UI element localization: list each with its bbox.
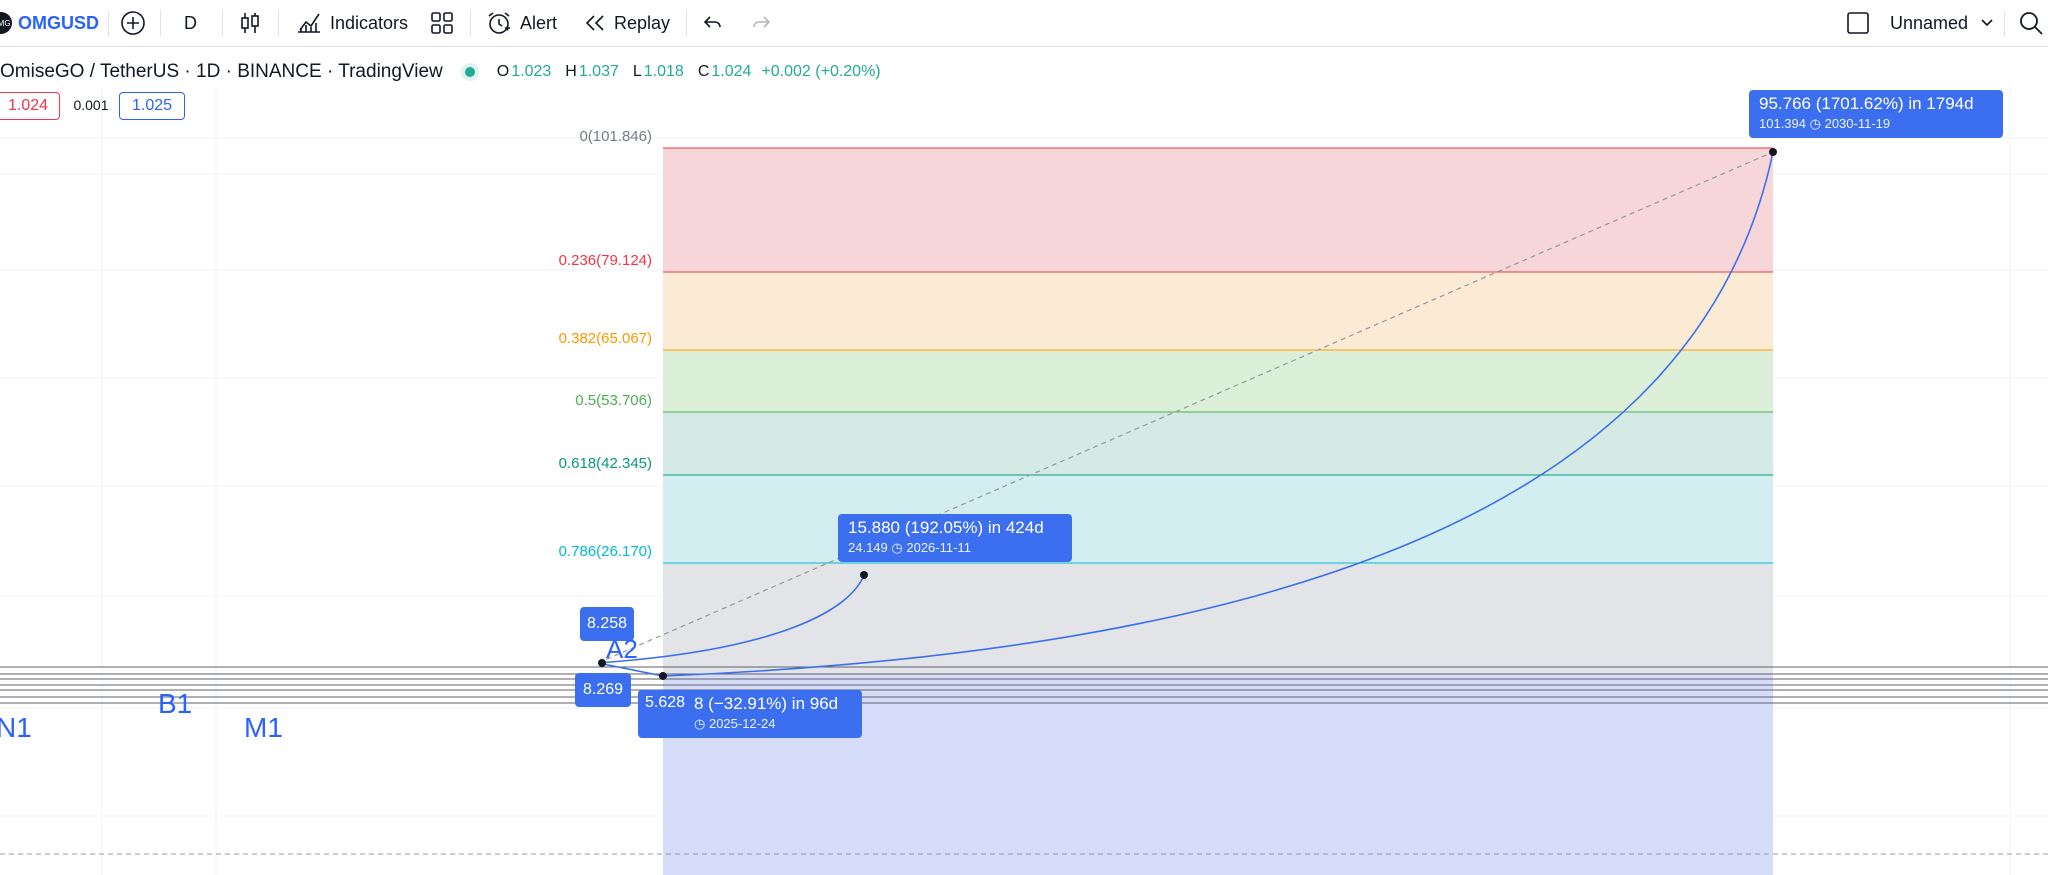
clock-icon: ◷ xyxy=(891,540,903,555)
clock-icon: ◷ xyxy=(694,716,706,731)
fib-label-5: 0.5(53.706) xyxy=(575,392,652,409)
fib-labels: 0(101.846) 0.236(79.124) 0.382(65.067) 0… xyxy=(559,128,652,560)
measure-mid-main: 15.880 (192.05%) in 424d xyxy=(848,518,1044,537)
point-label-p2[interactable]: 8.269 xyxy=(575,673,631,707)
fib-band-0-236 xyxy=(663,148,1773,272)
measure-mid-price: 24.149 xyxy=(848,540,888,555)
chart-canvas[interactable]: 0(101.846) 0.236(79.124) 0.382(65.067) 0… xyxy=(0,0,2048,875)
fib-retracement[interactable] xyxy=(663,147,1773,875)
fib-label-236: 0.236(79.124) xyxy=(559,252,652,269)
anchor-point[interactable] xyxy=(1769,148,1777,156)
measure-mid-date: 2026-11-11 xyxy=(906,540,971,555)
measure-low-date: 2025-12-24 xyxy=(708,716,776,731)
sell-price-button[interactable]: 1.024 xyxy=(0,92,60,120)
close-key: C xyxy=(697,63,710,80)
measure-top-main: 95.766 (1701.62%) in 1794d xyxy=(1759,94,1974,113)
open-key: O xyxy=(496,63,510,80)
fib-label-786: 0.786(26.170) xyxy=(559,543,652,560)
market-status-dot xyxy=(464,67,475,77)
fib-label-382: 0.382(65.067) xyxy=(559,330,652,347)
anchor-point[interactable] xyxy=(860,571,868,579)
legend-title[interactable]: OmiseGO / TetherUS · 1D · BINANCE · Trad… xyxy=(0,61,443,83)
fib-band-236-382 xyxy=(663,272,1773,350)
change-value: +0.002 (+0.20%) xyxy=(761,63,881,80)
anchor-point[interactable] xyxy=(659,672,667,680)
fib-label-618: 0.618(42.345) xyxy=(559,455,652,472)
measure-low-main: 8 (−32.91%) in 96d xyxy=(694,694,839,713)
buy-price-button[interactable]: 1.025 xyxy=(119,92,185,120)
fib-band-382-5 xyxy=(663,350,1773,412)
wave-label-a2[interactable]: A2 xyxy=(606,634,638,665)
wave-label-n1[interactable]: N1 xyxy=(0,712,32,744)
measure-top-price: 101.394 xyxy=(1759,116,1806,131)
open-value: 1.023 xyxy=(511,63,552,80)
measure-top-date: 2030-11-19 xyxy=(1824,116,1891,131)
wave-label-b1[interactable]: B1 xyxy=(158,688,192,720)
symbol-legend: OmiseGO / TetherUS · 1D · BINANCE · Trad… xyxy=(0,58,881,86)
low-value: 1.018 xyxy=(643,63,684,80)
wave-label-m1[interactable]: M1 xyxy=(244,712,283,744)
measure-label-top[interactable]: 95.766 (1701.62%) in 1794d 101.394 ◷ 203… xyxy=(1749,90,2003,138)
close-value: 1.024 xyxy=(711,63,752,80)
fib-band-786-1 xyxy=(663,563,1773,675)
anchor-point[interactable] xyxy=(598,659,606,667)
fib-band-618-786 xyxy=(663,475,1773,563)
spread-value: 0.001 xyxy=(73,97,109,113)
low-key: L xyxy=(632,63,642,80)
high-value: 1.037 xyxy=(578,63,619,80)
measure-label-mid[interactable]: 15.880 (192.05%) in 424d 24.149 ◷ 2026-1… xyxy=(838,514,1072,562)
fib-label-0: 0(101.846) xyxy=(579,128,652,145)
fib-band-5-618 xyxy=(663,412,1773,475)
high-key: H xyxy=(565,63,577,80)
point-label-p3[interactable]: 5.628 xyxy=(638,690,692,716)
clock-icon: ◷ xyxy=(1809,116,1821,131)
